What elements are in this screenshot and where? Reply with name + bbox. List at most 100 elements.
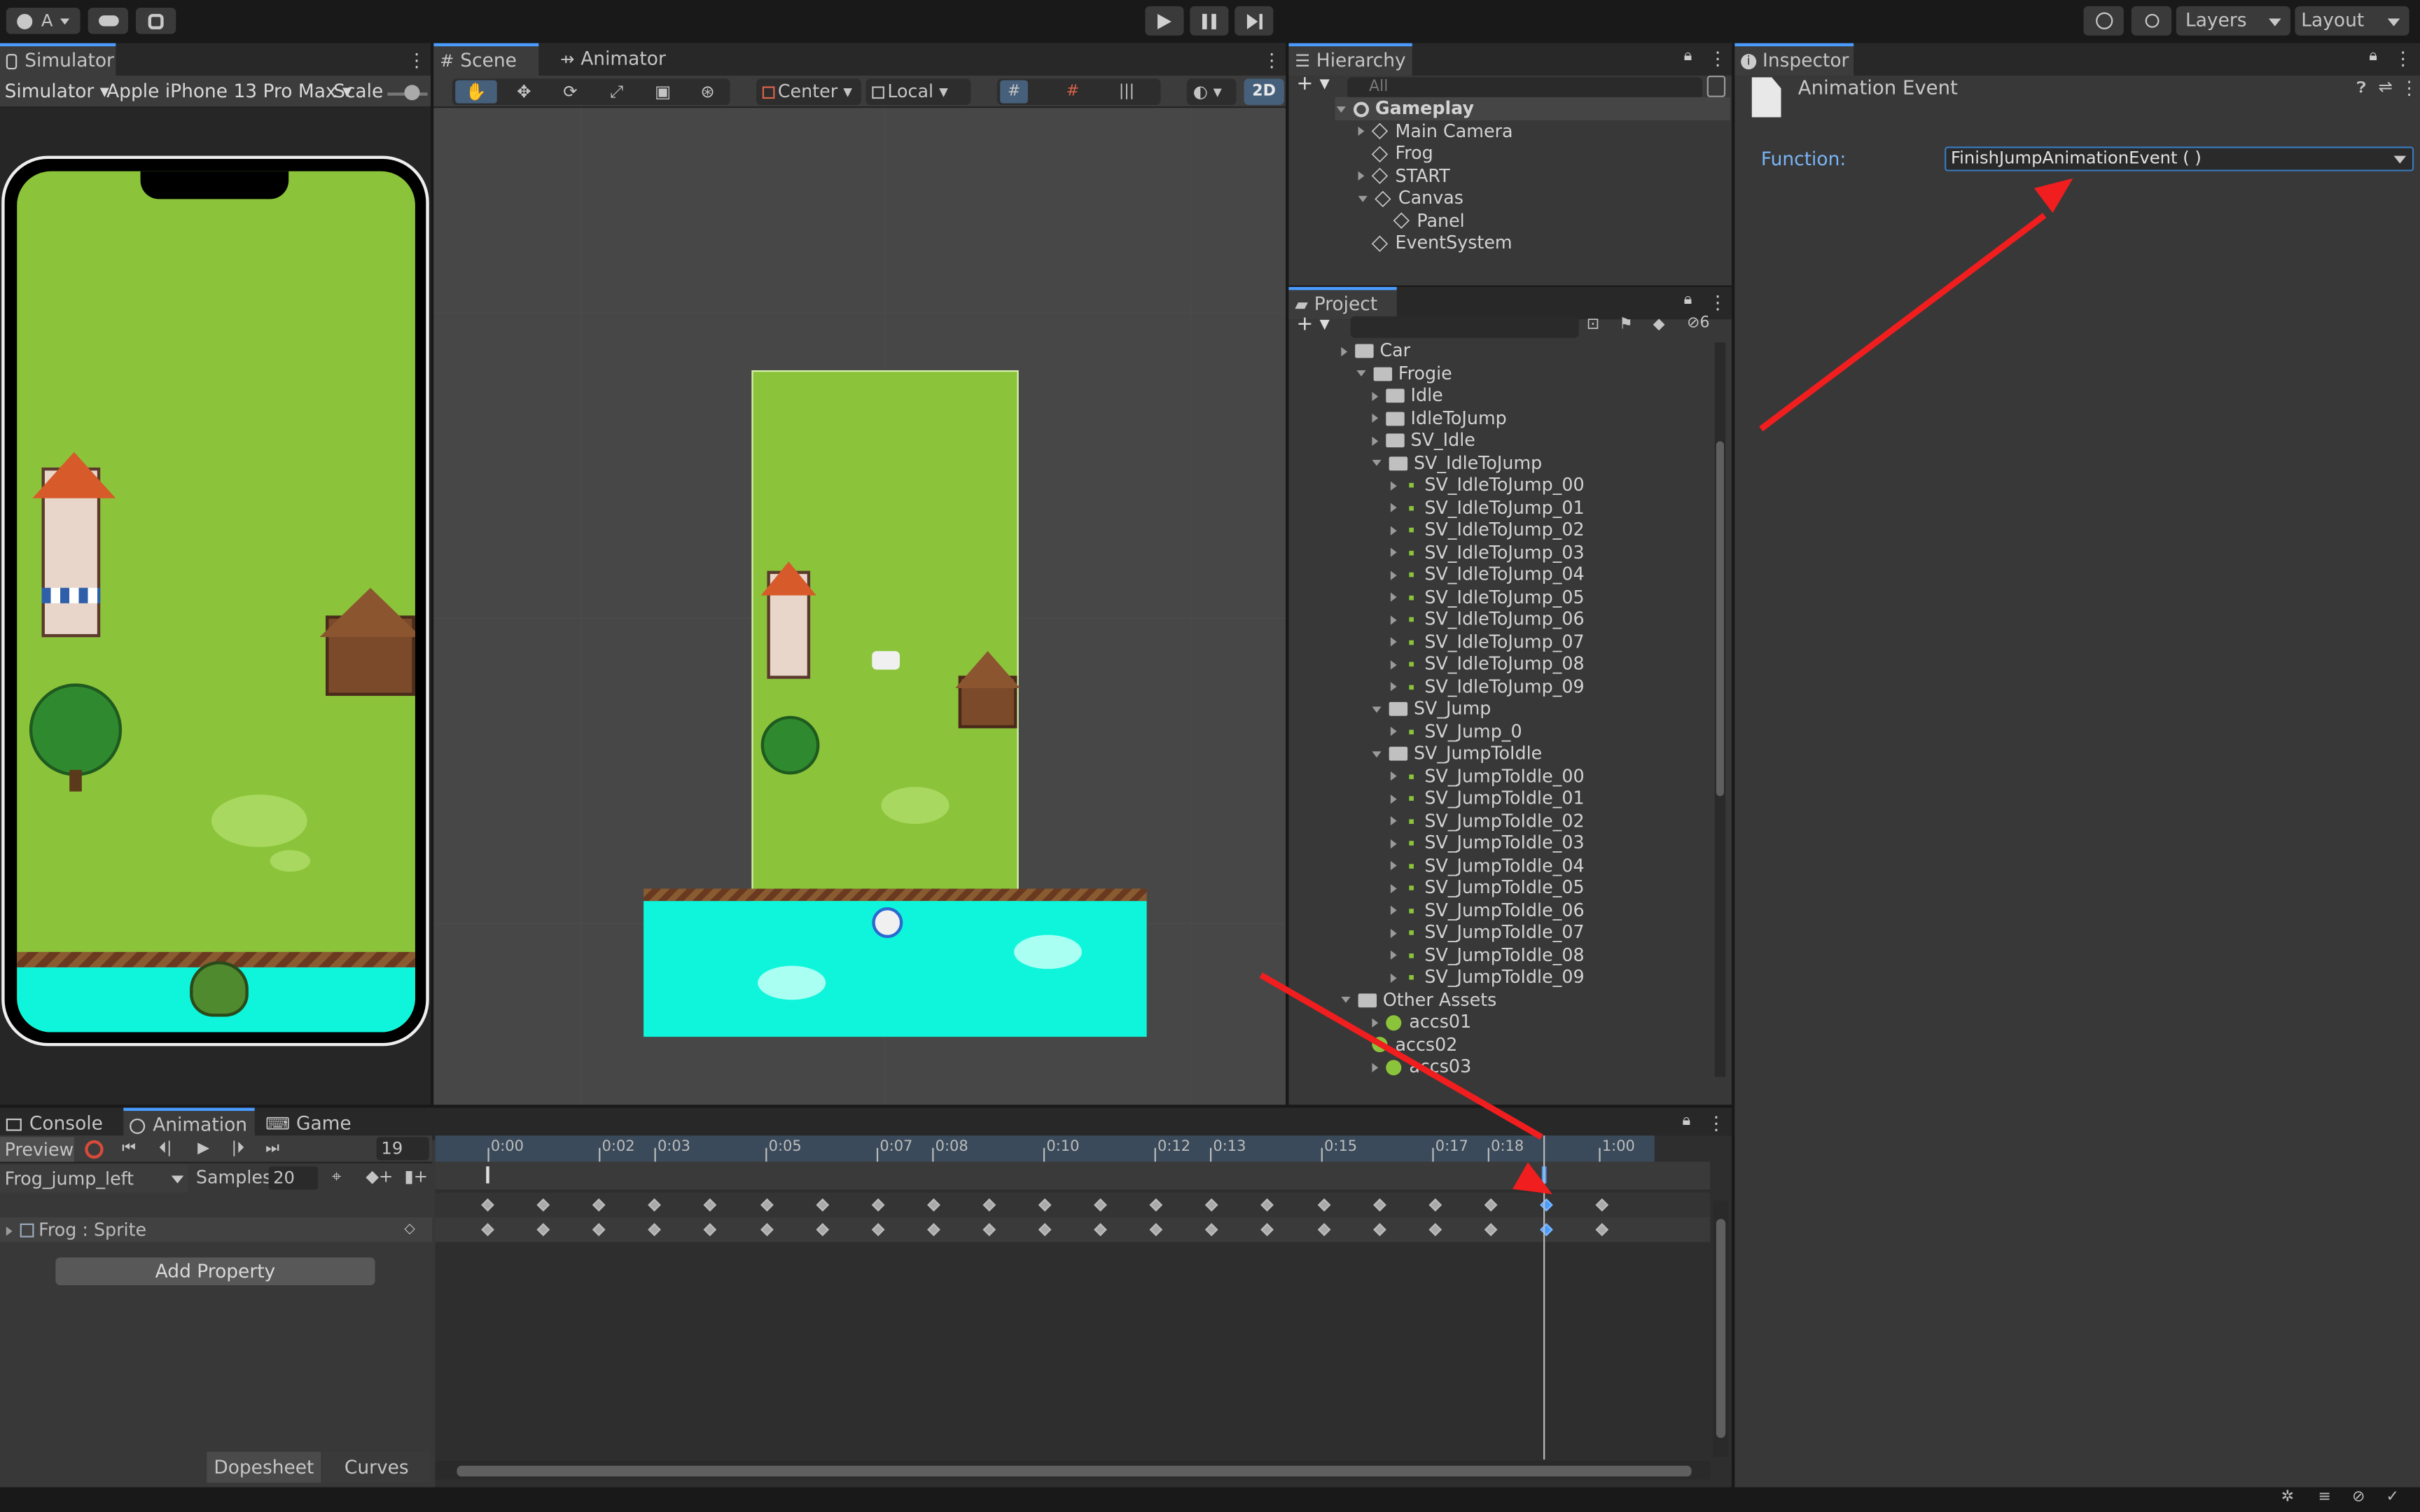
frog-gizmo[interactable]	[872, 907, 903, 939]
simulator-mode-dropdown[interactable]: Simulator ▾	[5, 80, 109, 102]
expand-right-icon[interactable]	[1390, 883, 1397, 893]
project-item[interactable]: SV_IdleToJump_09	[1390, 675, 1585, 697]
project-item[interactable]: SV_JumpToIdle_03	[1390, 832, 1585, 854]
project-item[interactable]: Other Assets	[1341, 988, 1496, 1011]
next-key-icon[interactable]: |⏵	[232, 1140, 244, 1157]
expand-right-icon[interactable]	[1390, 860, 1397, 871]
pivot-local-dropdown[interactable]: Local ▾	[865, 78, 971, 105]
expand-right-icon[interactable]	[1390, 972, 1397, 982]
project-item[interactable]: SV_IdleToJump_04	[1390, 563, 1585, 585]
expand-right-icon[interactable]	[1390, 816, 1397, 826]
project-item[interactable]: SV_JumpToIdle_07	[1390, 921, 1585, 944]
transform-tool-icon[interactable]: ⊛	[687, 80, 729, 104]
record-button[interactable]	[85, 1140, 104, 1159]
hierarchy-item[interactable]: EventSystem	[1371, 232, 1512, 254]
expand-down-icon[interactable]	[1372, 750, 1382, 757]
expand-down-icon[interactable]	[1372, 706, 1382, 713]
project-item[interactable]: SV_IdleToJump_06	[1390, 608, 1585, 630]
expand-right-icon[interactable]	[1390, 659, 1397, 669]
project-item[interactable]: accs01	[1372, 1011, 1471, 1033]
play-button[interactable]	[1145, 6, 1184, 36]
expand-right-icon[interactable]	[1390, 950, 1397, 960]
more-menu-icon[interactable]: ⋮	[1709, 292, 1727, 314]
tab-scene[interactable]: # Scene	[433, 43, 539, 76]
project-item[interactable]: SV_JumpToIdle_06	[1390, 899, 1585, 921]
check-icon[interactable]: ✓	[2386, 1489, 2399, 1506]
project-item[interactable]: SV_Jump_0	[1390, 720, 1522, 742]
account-button[interactable]: A	[6, 8, 81, 34]
expand-right-icon[interactable]	[1390, 682, 1397, 692]
hierarchy-item[interactable]: Main Camera	[1358, 120, 1513, 142]
expand-right-icon[interactable]	[1390, 503, 1397, 512]
project-item[interactable]: SV_IdleToJump_02	[1390, 519, 1585, 541]
expand-right-icon[interactable]	[1372, 391, 1379, 400]
dopesheet-tab[interactable]: Dopesheet	[207, 1452, 321, 1483]
clip-dropdown[interactable]: Frog_jump_left	[0, 1165, 188, 1193]
project-item[interactable]: SV_JumpToIdle_04	[1390, 854, 1585, 876]
timeline-vscrollbar-thumb[interactable]	[1716, 1219, 1726, 1438]
search-button[interactable]	[2131, 6, 2172, 36]
more-menu-icon[interactable]: ⋮	[1263, 50, 1281, 71]
previous-key-icon[interactable]: ⏴|	[159, 1140, 172, 1157]
expand-right-icon[interactable]	[1372, 413, 1379, 423]
project-item[interactable]: SV_IdleToJump_00	[1390, 474, 1585, 496]
project-item[interactable]: SV_JumpToIdle_02	[1390, 809, 1585, 832]
camera-icon[interactable]	[872, 651, 900, 670]
hand-tool-icon[interactable]: ✋	[455, 80, 497, 104]
tab-animator[interactable]: ⇸ Animator	[554, 43, 666, 76]
hidden-packages-toggle[interactable]: ⊘6	[1687, 315, 1710, 332]
more-menu-icon[interactable]: ⋮	[1707, 1112, 1725, 1134]
hierarchy-item[interactable]: Panel	[1393, 209, 1465, 232]
rotate-tool-icon[interactable]: ⟳	[550, 80, 592, 104]
tab-hierarchy[interactable]: ☰ Hierarchy	[1288, 43, 1412, 76]
move-tool-icon[interactable]: ✥	[503, 80, 545, 104]
project-item[interactable]: SV_JumpToIdle_01	[1390, 787, 1585, 809]
add-event-icon[interactable]: ▮+	[404, 1166, 428, 1186]
expand-right-icon[interactable]	[1390, 838, 1397, 848]
project-item[interactable]: Frogie	[1356, 362, 1452, 384]
project-item[interactable]: SV_Idle	[1372, 429, 1475, 451]
hierarchy-item[interactable]: START	[1358, 164, 1450, 187]
hierarchy-item[interactable]: Frog	[1371, 142, 1433, 164]
project-item[interactable]: SV_JumpToIdle_05	[1390, 876, 1585, 899]
more-menu-icon[interactable]: ⋮	[2400, 77, 2418, 99]
expand-right-icon[interactable]	[1390, 727, 1397, 736]
expand-right-icon[interactable]	[1372, 435, 1379, 445]
project-item[interactable]: SV_IdleToJump_05	[1390, 585, 1585, 608]
lock-icon[interactable]: 🔒︎	[1682, 1112, 1690, 1129]
add-keyframe-icon[interactable]: ⌖	[332, 1166, 342, 1188]
function-dropdown[interactable]: FinishJumpAnimationEvent ( )	[1945, 146, 2414, 172]
more-menu-icon[interactable]: ⋮	[2394, 48, 2412, 69]
expand-right-icon[interactable]	[1372, 1017, 1379, 1027]
search-by-type-icon[interactable]: ⊡	[1587, 316, 1599, 333]
project-item[interactable]: IdleToJump	[1372, 407, 1507, 429]
project-item[interactable]: SV_IdleToJump	[1372, 451, 1542, 474]
layout-dropdown[interactable]: Layout	[2295, 6, 2409, 36]
expand-right-icon[interactable]	[1390, 771, 1397, 781]
more-menu-icon[interactable]: ⋮	[1709, 48, 1727, 69]
increment-snap-icon[interactable]: |||	[1113, 80, 1141, 104]
add-button[interactable]: + ▾	[1296, 73, 1330, 96]
expand-right-icon[interactable]	[1390, 547, 1397, 557]
hierarchy-item[interactable]: Gameplay	[1336, 97, 1474, 120]
bug-icon[interactable]: ✲	[2281, 1489, 2294, 1506]
project-item[interactable]: SV_Jump	[1372, 697, 1491, 720]
project-item[interactable]: Idle	[1372, 384, 1443, 407]
property-keyframe-icon[interactable]: ◇	[404, 1222, 415, 1238]
expand-right-icon[interactable]	[1390, 927, 1397, 937]
expand-right-icon[interactable]	[1372, 1062, 1379, 1072]
first-key-icon[interactable]: ⏮	[122, 1140, 136, 1157]
more-menu-icon[interactable]: ⋮	[408, 50, 426, 71]
expand-right-icon[interactable]	[1341, 346, 1348, 356]
scale-tool-icon[interactable]: ⤢	[596, 80, 638, 104]
game-view-screen[interactable]	[17, 171, 415, 1032]
project-item[interactable]: SV_JumpToIdle_00	[1390, 764, 1585, 787]
tab-simulator[interactable]: Simulator	[0, 43, 116, 76]
lock-icon[interactable]: 🔒︎	[1684, 292, 1692, 309]
expand-down-icon[interactable]	[1356, 370, 1366, 377]
grid-visibility-icon[interactable]: #	[1059, 80, 1087, 104]
step-button[interactable]	[1235, 6, 1274, 36]
cache-icon[interactable]: ≡	[2318, 1489, 2331, 1506]
lock-icon[interactable]: 🔒︎	[1684, 48, 1692, 64]
help-icon[interactable]: ❓︎	[2357, 80, 2366, 97]
